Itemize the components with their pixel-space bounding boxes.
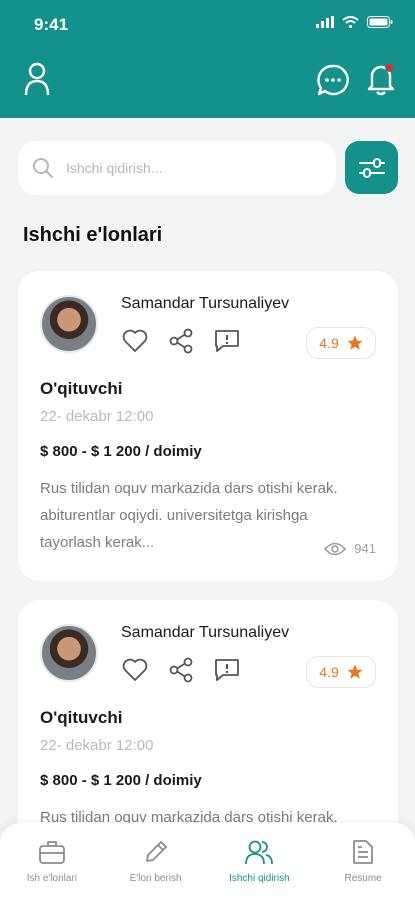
job-description: Rus tilidan oquv markazida dars otishi k… bbox=[40, 480, 338, 551]
report-icon[interactable] bbox=[214, 329, 240, 353]
users-icon bbox=[245, 840, 274, 865]
worker-name: Samandar Tursunaliyev bbox=[121, 295, 290, 312]
star-icon bbox=[347, 664, 363, 679]
filter-button[interactable] bbox=[345, 141, 398, 194]
profile-icon[interactable] bbox=[24, 62, 50, 96]
section-title: Ishchi e'lonlari bbox=[23, 224, 163, 246]
briefcase-icon bbox=[38, 841, 65, 864]
search-bar[interactable]: Ishchi qidirish... bbox=[18, 141, 336, 195]
status-time: 9:41 bbox=[34, 15, 69, 34]
avatar bbox=[40, 295, 98, 353]
post-date: 22- dekabr 12:00 bbox=[40, 408, 154, 425]
views-value: 941 bbox=[354, 541, 376, 556]
view-count: 941 bbox=[324, 541, 376, 556]
job-title: O'qituvchi bbox=[40, 708, 123, 727]
search-input[interactable]: Ishchi qidirish... bbox=[66, 160, 162, 176]
card-actions bbox=[122, 328, 240, 354]
star-icon bbox=[347, 335, 363, 350]
app-header: 9:41 bbox=[0, 0, 415, 118]
worker-card[interactable]: Samandar Tursunaliyev 4.9 O'qituvchi 22-… bbox=[18, 600, 398, 880]
worker-name: Samandar Tursunaliyev bbox=[121, 624, 290, 641]
share-icon[interactable] bbox=[168, 328, 194, 354]
status-icons bbox=[316, 16, 393, 28]
heart-icon[interactable] bbox=[122, 658, 148, 682]
post-date: 22- dekabr 12:00 bbox=[40, 737, 154, 754]
nav-label: Ish e'lonlari bbox=[26, 873, 78, 884]
wifi-icon bbox=[342, 16, 359, 28]
nav-label: Ishchi qidirish bbox=[229, 873, 290, 884]
search-icon bbox=[33, 158, 53, 178]
nav-item-ishchi-qidirish[interactable]: Ishchi qidirish bbox=[208, 823, 312, 900]
rating-badge: 4.9 bbox=[306, 656, 376, 688]
chat-icon[interactable] bbox=[317, 64, 349, 96]
avatar bbox=[40, 624, 98, 682]
share-icon[interactable] bbox=[168, 657, 194, 683]
card-actions bbox=[122, 657, 240, 683]
heart-icon[interactable] bbox=[122, 329, 148, 353]
salary: $ 800 - $ 1 200 / doimiy bbox=[40, 772, 202, 789]
nav-item-ish-elonlari[interactable]: Ish e'lonlari bbox=[0, 823, 104, 900]
document-icon bbox=[353, 840, 374, 864]
pencil-icon bbox=[145, 841, 167, 862]
nav-item-resume[interactable]: Resume bbox=[311, 823, 415, 900]
rating-badge: 4.9 bbox=[306, 327, 376, 359]
rating-value: 4.9 bbox=[319, 664, 339, 680]
worker-card[interactable]: Samandar Tursunaliyev 4.9 O'qituvchi 22-… bbox=[18, 271, 398, 581]
signal-icon bbox=[316, 16, 334, 28]
report-icon[interactable] bbox=[214, 658, 240, 682]
bottom-nav: Ish e'lonlari E'lon berish Ishchi qidiri… bbox=[0, 823, 415, 900]
salary: $ 800 - $ 1 200 / doimiy bbox=[40, 443, 202, 460]
notification-badge bbox=[385, 63, 394, 72]
notification-button[interactable] bbox=[366, 62, 396, 96]
nav-label: E'lon berish bbox=[129, 873, 182, 884]
eye-icon bbox=[324, 542, 347, 555]
rating-value: 4.9 bbox=[319, 335, 339, 351]
job-title: O'qituvchi bbox=[40, 379, 123, 398]
nav-label: Resume bbox=[344, 873, 382, 884]
battery-icon bbox=[367, 16, 393, 28]
nav-item-elon-berish[interactable]: E'lon berish bbox=[104, 823, 208, 900]
sliders-icon bbox=[358, 157, 385, 178]
